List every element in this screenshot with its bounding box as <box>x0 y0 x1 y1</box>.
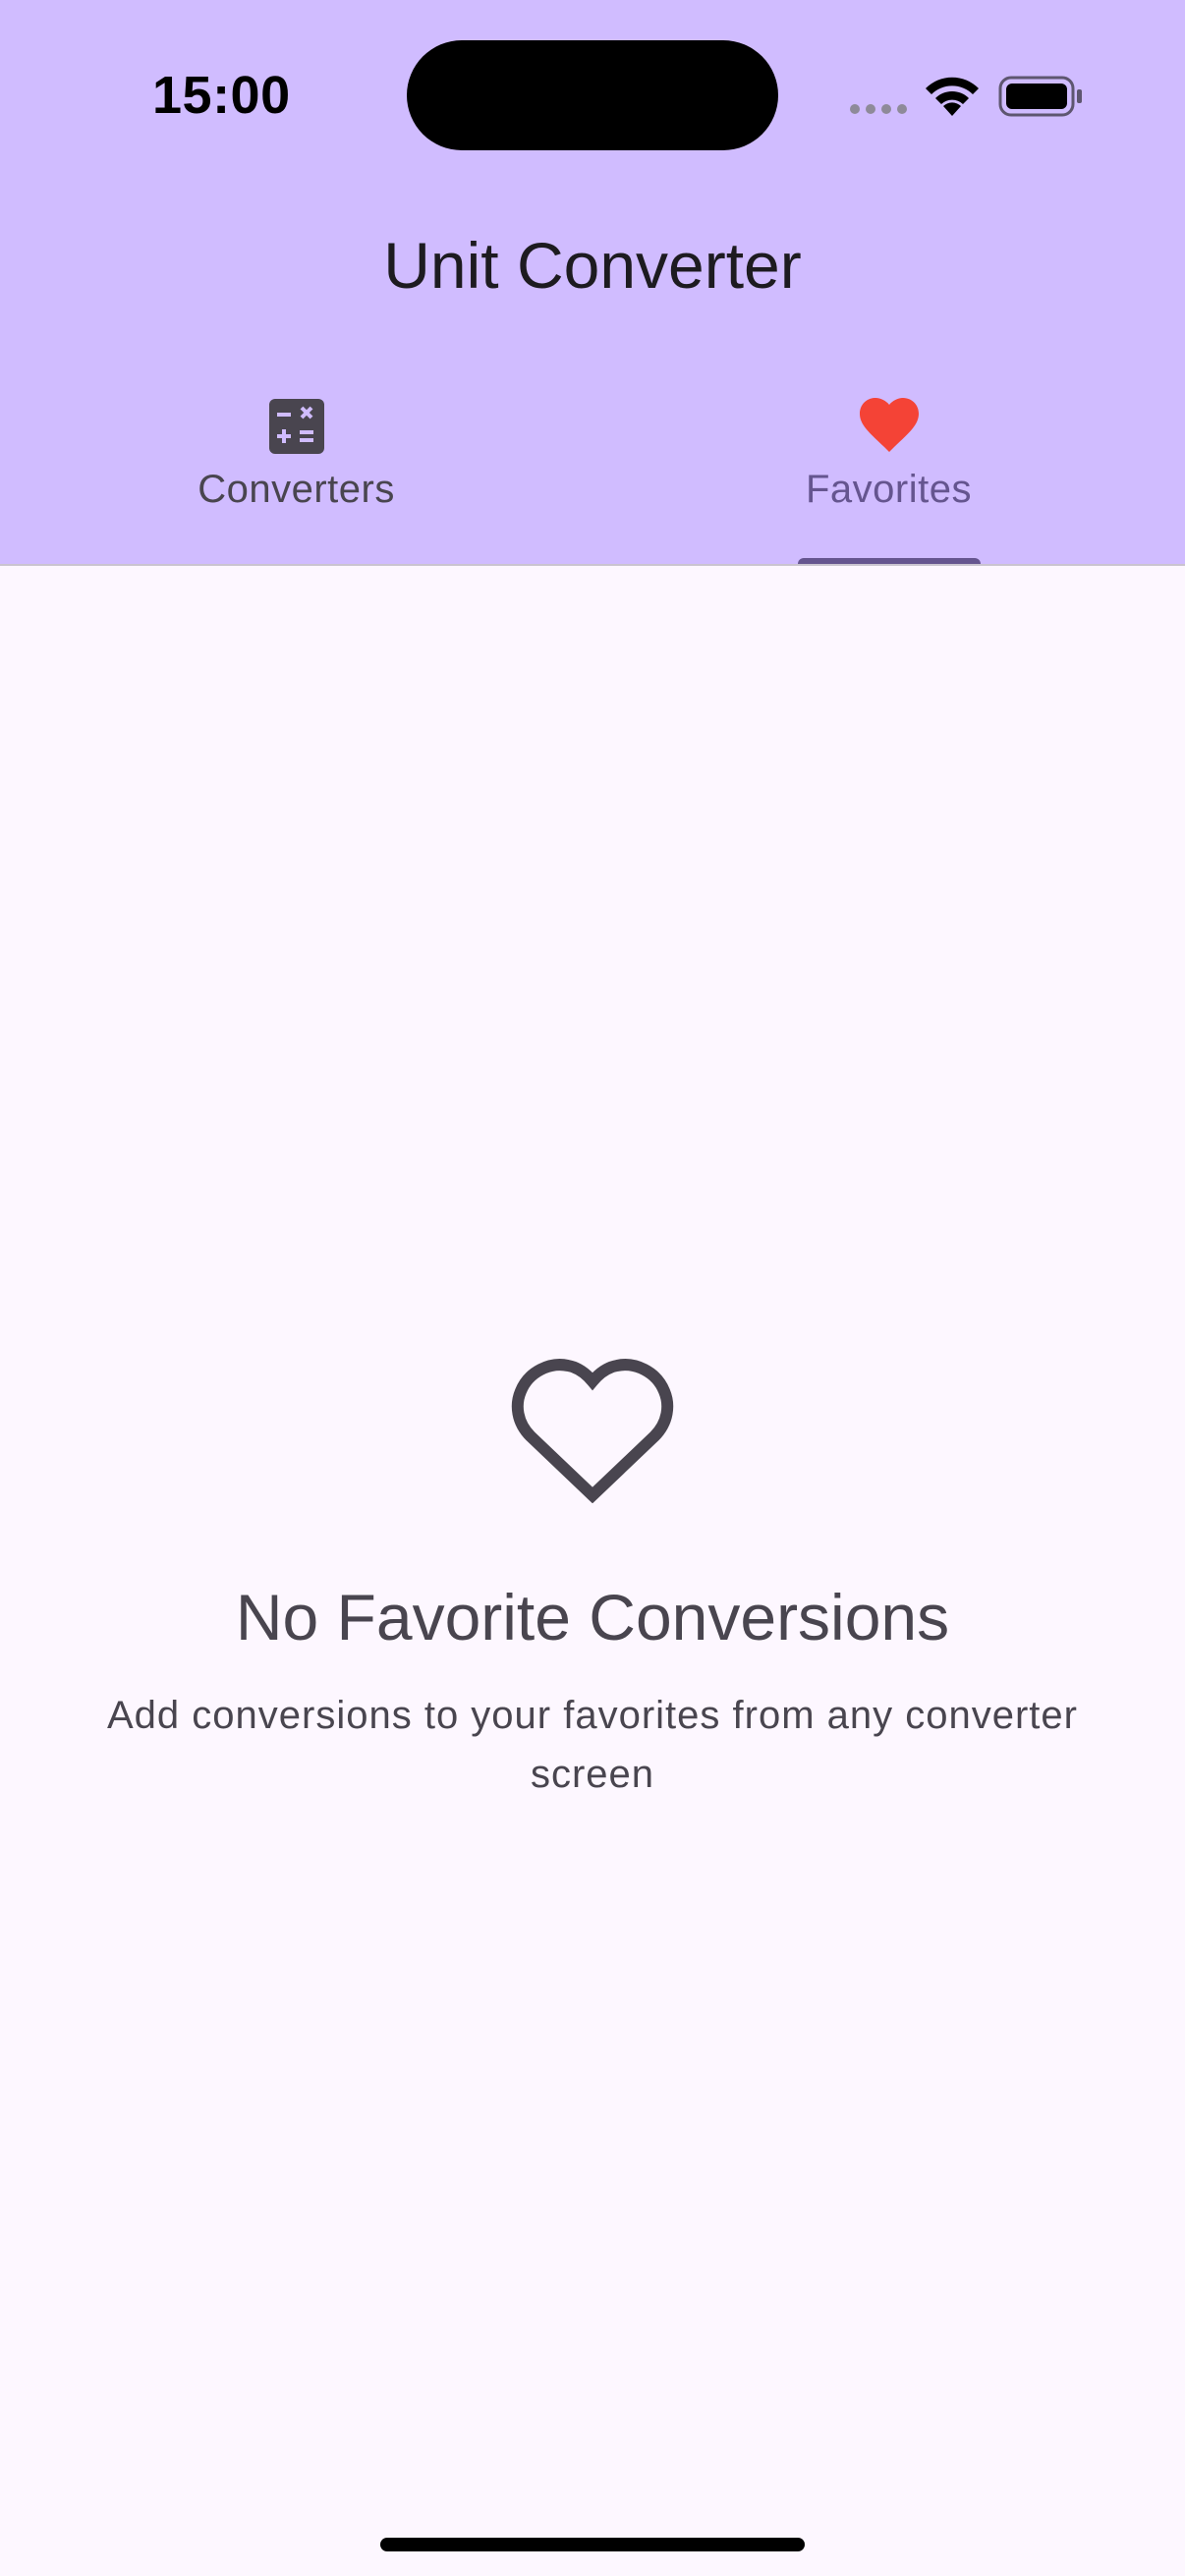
app-bar: 15:00 Unit Converter Converters Favorite… <box>0 0 1185 566</box>
divider <box>0 564 1185 566</box>
battery-icon <box>998 76 1082 117</box>
tab-bar: Converters Favorites <box>0 373 1185 566</box>
tab-favorites[interactable]: Favorites <box>592 373 1185 566</box>
empty-state-subtitle: Add conversions to your favorites from a… <box>107 1694 1078 1796</box>
tab-converters-label: Converters <box>198 468 395 511</box>
cellular-signal-icon <box>850 104 907 114</box>
empty-state: No Favorite Conversions Add conversions … <box>0 1352 1185 1804</box>
dynamic-island <box>407 40 778 150</box>
calculator-icon <box>269 399 324 454</box>
heart-outline-icon <box>511 1359 674 1503</box>
status-time: 15:00 <box>152 66 291 125</box>
heart-icon <box>860 398 919 452</box>
tab-converters[interactable]: Converters <box>0 373 592 564</box>
wifi-icon <box>926 77 979 116</box>
empty-state-title: No Favorite Conversions <box>235 1581 950 1653</box>
page-title: Unit Converter <box>383 229 802 302</box>
home-indicator[interactable] <box>380 2538 805 2551</box>
status-bar: 15:00 <box>0 0 1185 196</box>
tab-favorites-label: Favorites <box>806 468 972 511</box>
